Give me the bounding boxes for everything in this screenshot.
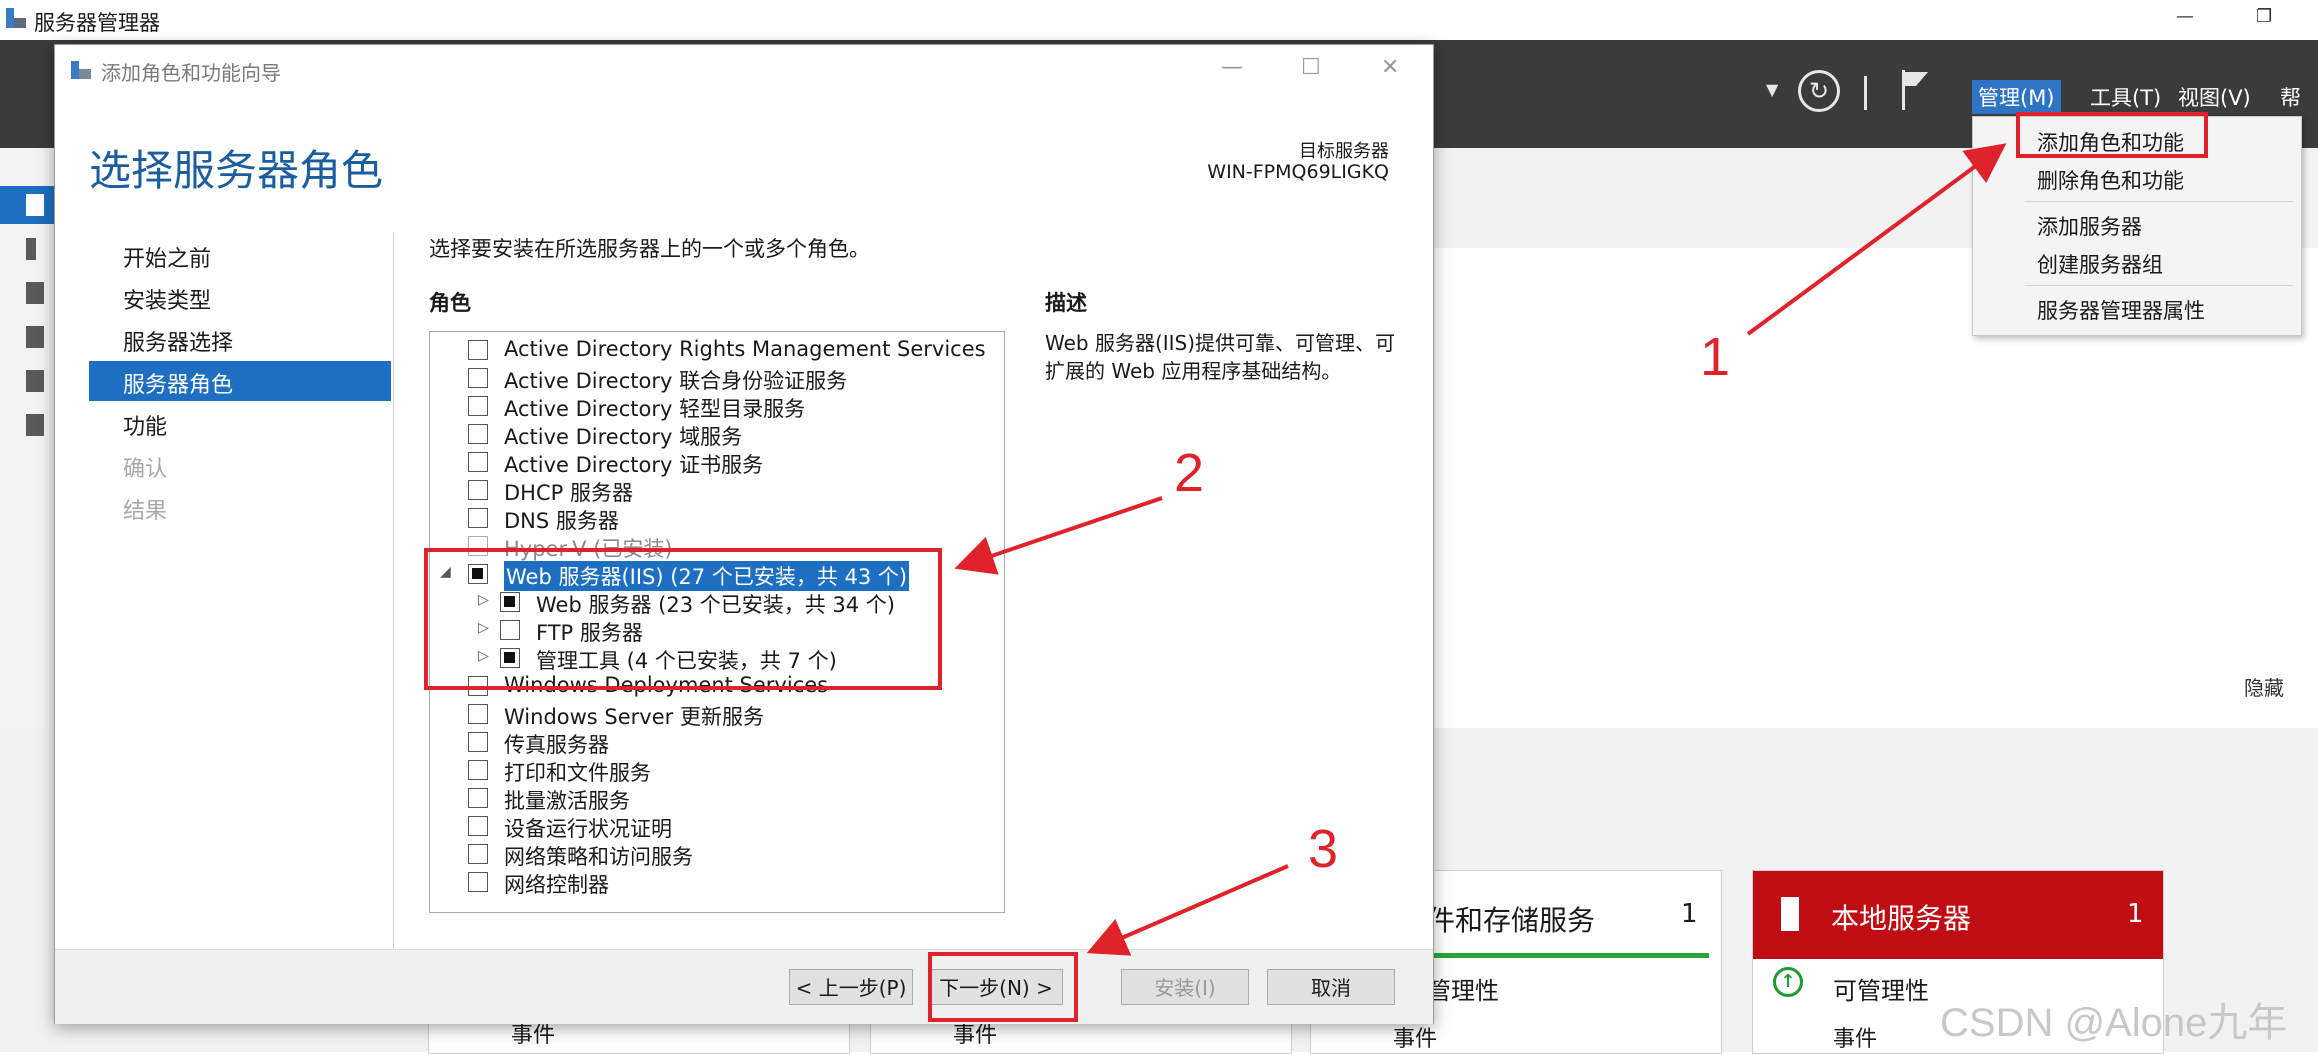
annotation-number-3: 3: [1308, 819, 1339, 879]
watermark: CSDN @Alone九年: [1940, 1001, 2288, 1045]
annotation-arrows: [954, 143, 2007, 956]
annotation-number-2: 2: [1174, 443, 1205, 503]
annotation-number-1: 1: [1700, 327, 1731, 387]
annotation-arrow-3: [1086, 864, 1289, 956]
annotation-arrow-2: [954, 496, 1163, 575]
annotation-arrow-1: [1746, 143, 2007, 336]
